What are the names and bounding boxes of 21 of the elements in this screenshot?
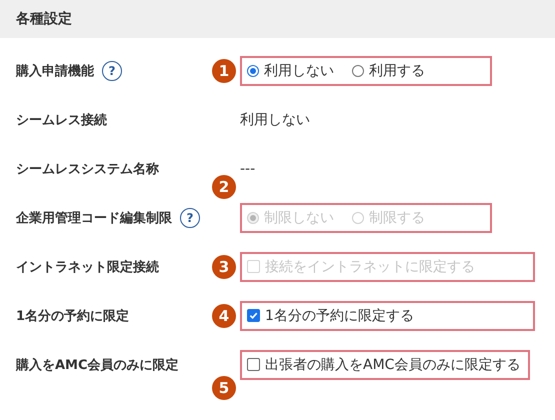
radio-option[interactable]: 利用しない [247,62,334,80]
setting-label: 1名分の予約に限定 [16,308,130,324]
setting-label: 購入をAMC会員のみに限定 [16,356,179,374]
callout-number: 1 [212,58,236,82]
setting-label: シームレス接続 [16,112,107,128]
radio-option[interactable]: 利用する [352,62,425,80]
setting-value: --- [240,160,256,176]
callout-number: 5 [212,376,236,400]
callout-number: 3 [212,254,236,278]
setting-label: 企業用管理コード編集制限 [16,210,172,226]
help-icon[interactable]: ? [102,60,122,80]
setting-value: 利用しない [240,110,310,128]
section-title: 各種設定 [0,0,555,38]
callout-number: 2 [212,174,236,198]
checkbox-option[interactable]: 1名分の予約に限定する [247,306,414,324]
setting-label: イントラネット限定接続 [16,258,159,276]
check-icon [249,311,258,320]
checkbox-option[interactable]: 出張者の購入をAMC会員のみに限定する [247,356,520,374]
setting-label: 購入申請機能 [16,62,94,80]
setting-label: シームレスシステム名称 [16,160,159,178]
callout-number: 4 [212,304,236,328]
